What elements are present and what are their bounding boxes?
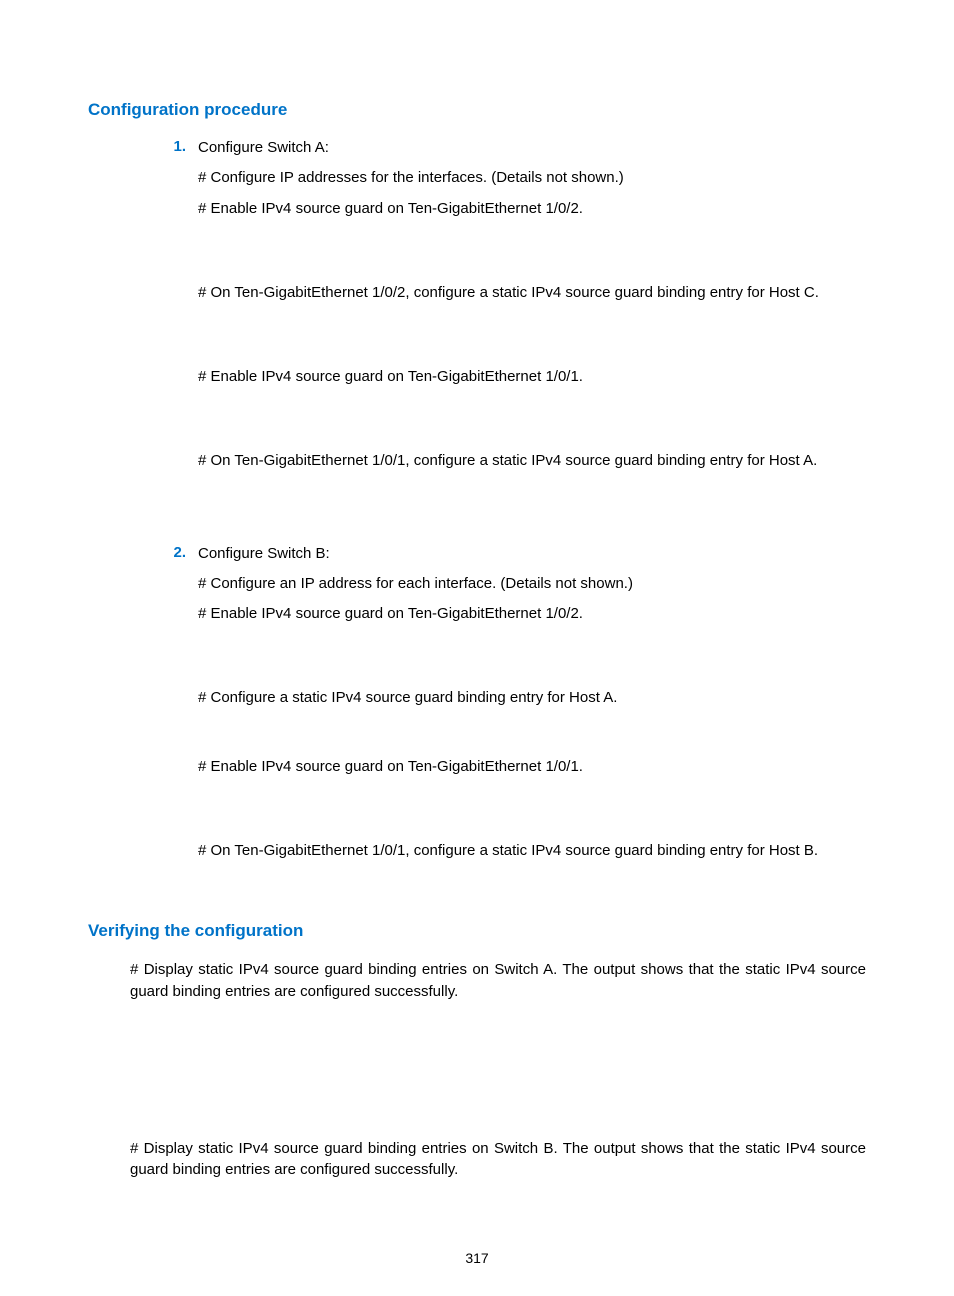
spacer bbox=[198, 313, 866, 367]
command-line: # Enable IPv4 source guard on Ten-Gigabi… bbox=[198, 199, 866, 219]
spacer bbox=[198, 229, 866, 283]
step-number: 2. bbox=[156, 544, 186, 561]
step-body: Configure Switch B: # Configure an IP ad… bbox=[198, 544, 866, 862]
command-line: # Configure an IP address for each inter… bbox=[198, 574, 866, 594]
paragraph: # Display static IPv4 source guard bindi… bbox=[130, 959, 866, 1003]
step-body: Configure Switch A: # Configure IP addre… bbox=[198, 138, 866, 536]
command-line: # Enable IPv4 source guard on Ten-Gigabi… bbox=[198, 757, 866, 777]
command-line: # Configure IP addresses for the interfa… bbox=[198, 168, 866, 188]
step-title: Configure Switch A: bbox=[198, 138, 866, 158]
section-heading-verify: Verifying the configuration bbox=[88, 921, 866, 941]
step-number: 1. bbox=[156, 138, 186, 155]
page-number: 317 bbox=[0, 1250, 954, 1266]
section-heading-configuration: Configuration procedure bbox=[88, 100, 866, 120]
command-line: # Configure a static IPv4 source guard b… bbox=[198, 688, 866, 708]
paragraph: # Display static IPv4 source guard bindi… bbox=[130, 1138, 866, 1182]
step-2: 2. Configure Switch B: # Configure an IP… bbox=[156, 544, 866, 862]
command-line: # Enable IPv4 source guard on Ten-Gigabi… bbox=[198, 367, 866, 387]
command-line: # On Ten-GigabitEthernet 1/0/1, configur… bbox=[198, 841, 866, 861]
spacer bbox=[198, 719, 866, 757]
step-title: Configure Switch B: bbox=[198, 544, 866, 564]
page: Configuration procedure 1. Configure Swi… bbox=[0, 0, 954, 1296]
command-line: # On Ten-GigabitEthernet 1/0/1, configur… bbox=[198, 451, 866, 471]
spacer bbox=[198, 787, 866, 841]
spacer bbox=[88, 1013, 866, 1123]
command-line: # On Ten-GigabitEthernet 1/0/2, configur… bbox=[198, 283, 866, 303]
spacer bbox=[198, 482, 866, 536]
spacer bbox=[198, 397, 866, 451]
command-line: # Enable IPv4 source guard on Ten-Gigabi… bbox=[198, 604, 866, 624]
step-1: 1. Configure Switch A: # Configure IP ad… bbox=[156, 138, 866, 536]
spacer bbox=[198, 634, 866, 688]
